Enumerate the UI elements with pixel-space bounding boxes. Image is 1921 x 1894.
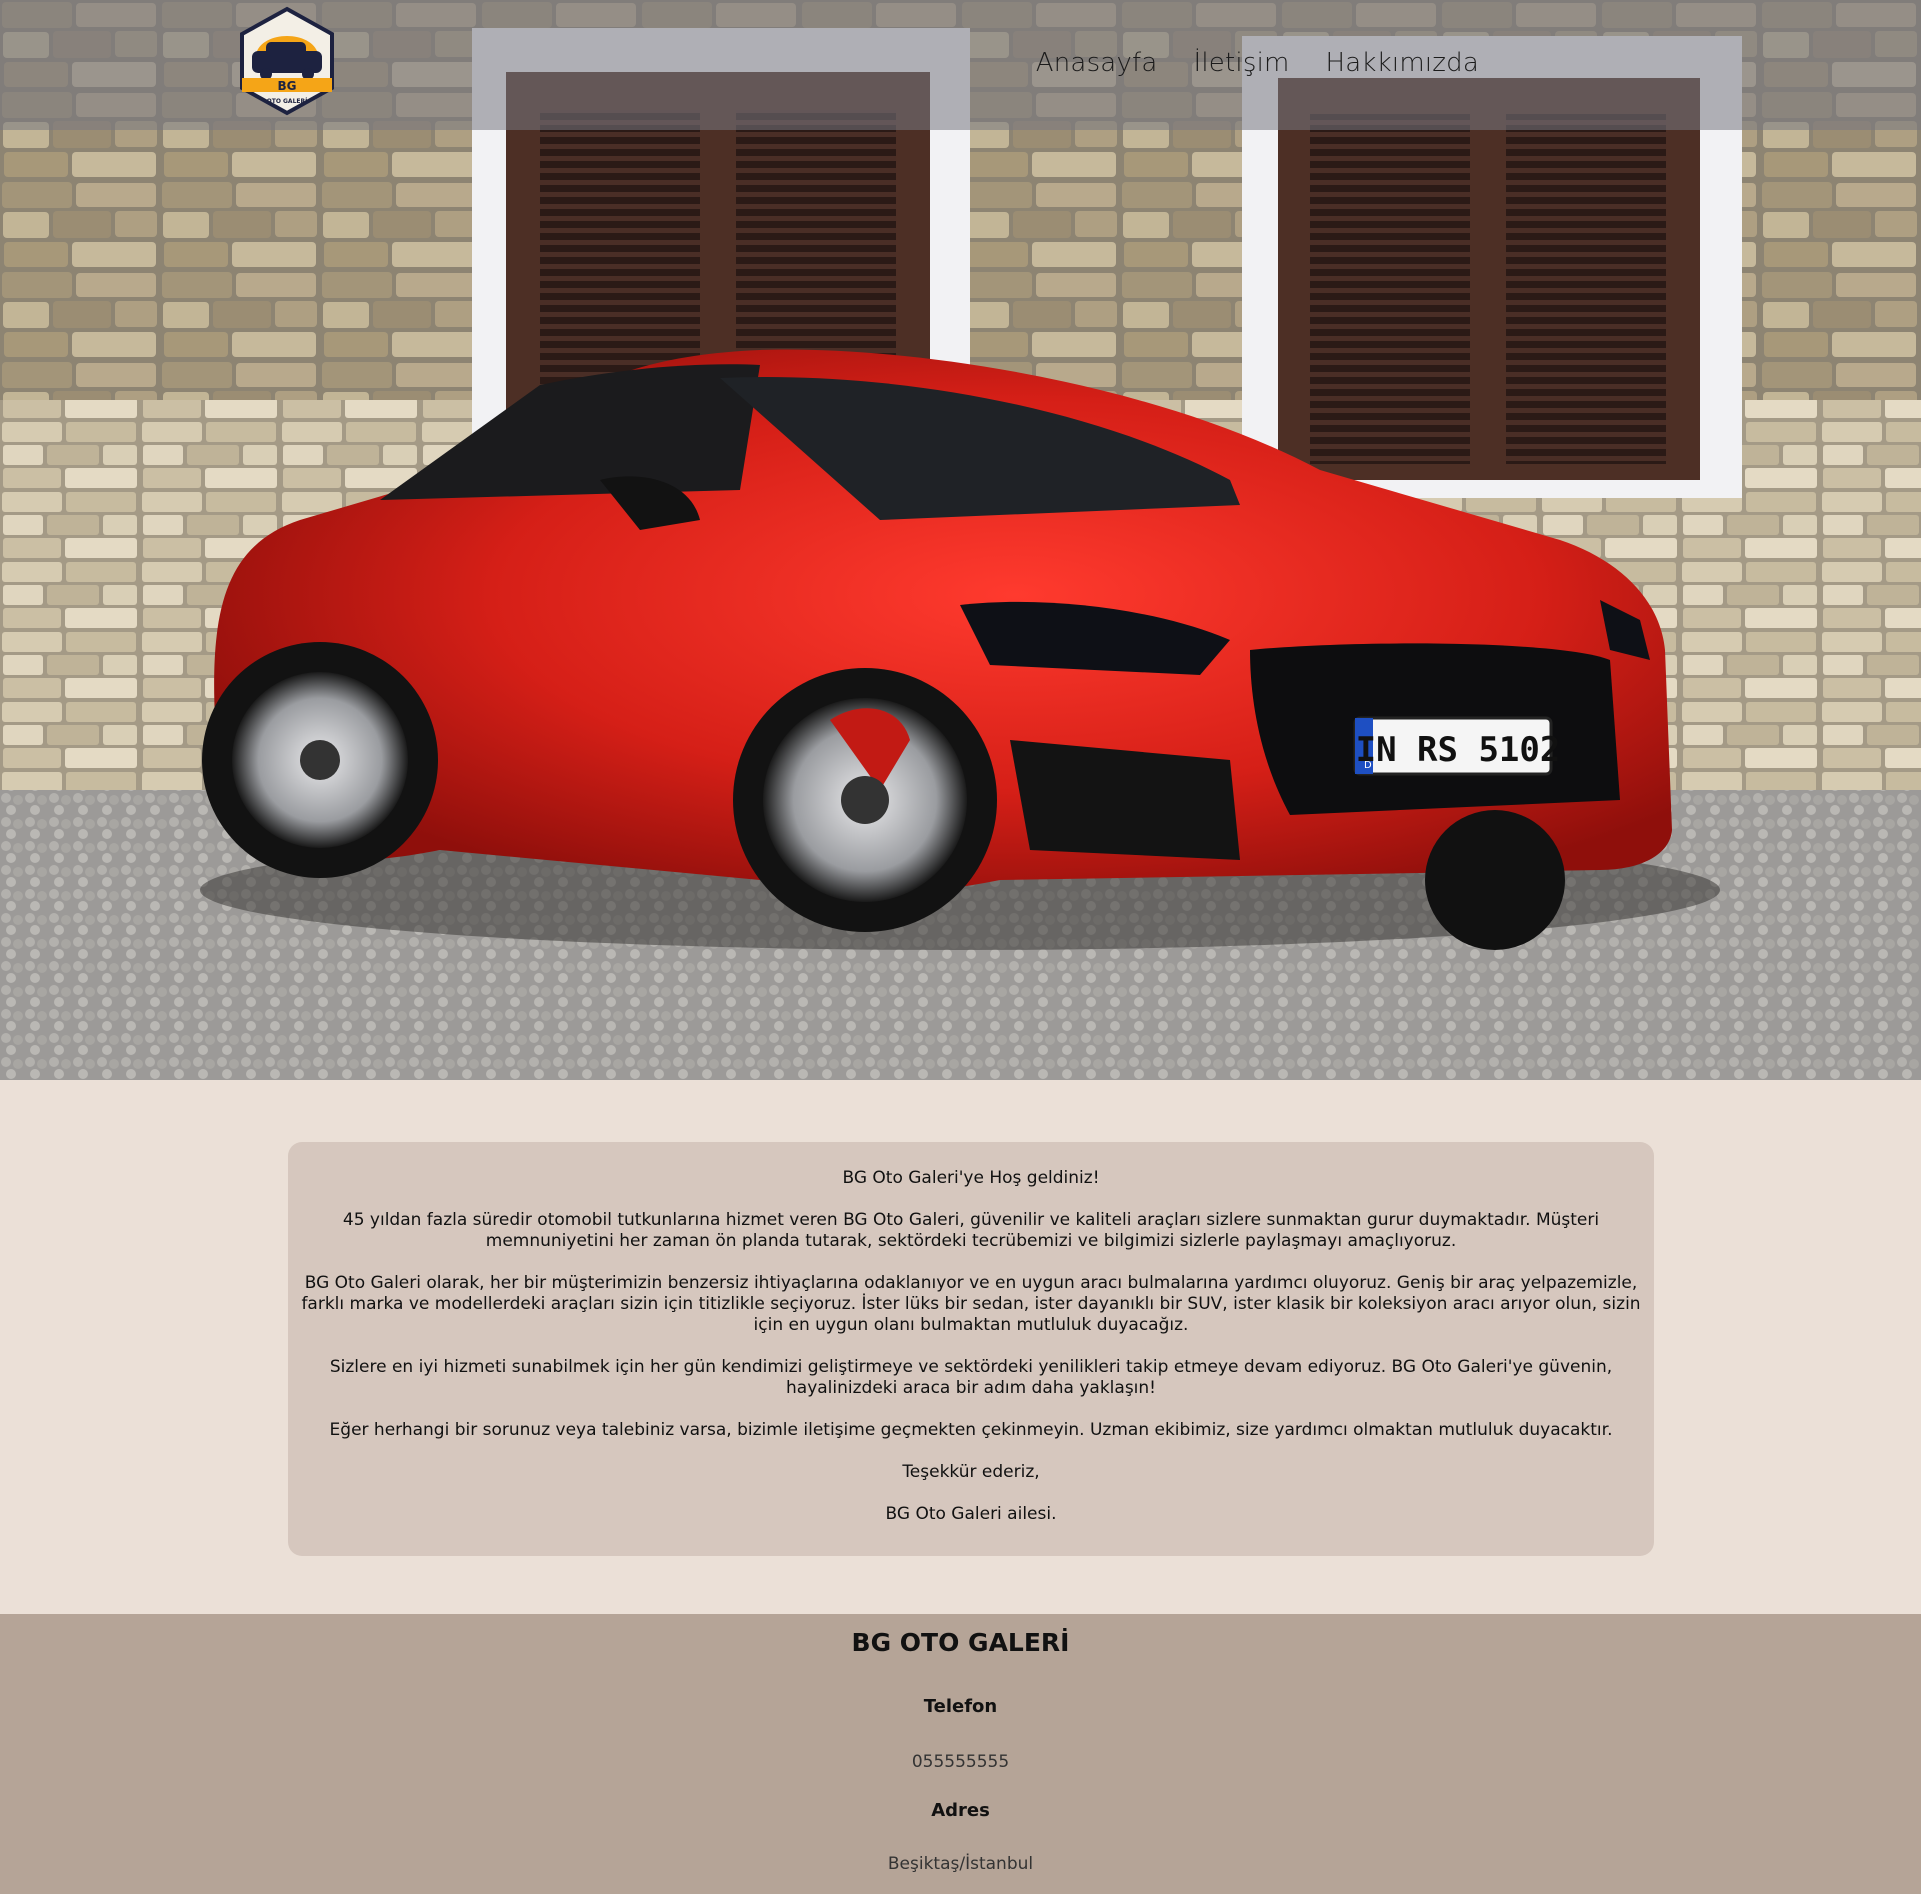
hero-banner: D IN RS 5102 BG OTO GALERİ Anasayfa İlet… <box>0 0 1921 1080</box>
welcome-heading: BG Oto Galeri'ye Hoş geldiniz! <box>842 1168 1100 1188</box>
navbar: BG OTO GALERİ Anasayfa İletişim Hakkımız… <box>0 0 1921 130</box>
welcome-paragraph: 45 yıldan fazla süredir otomobil tutkunl… <box>342 1210 1600 1251</box>
logo-icon[interactable]: BG OTO GALERİ <box>232 6 342 116</box>
nav-link-iletisim[interactable]: İletişim <box>1194 48 1290 78</box>
welcome-paragraph: Eğer herhangi bir sorunuz veya talebiniz… <box>329 1420 1613 1440</box>
welcome-card: BG Oto Galeri'ye Hoş geldiniz! 45 yıldan… <box>288 1142 1654 1556</box>
welcome-paragraph: BG Oto Galeri olarak, her bir müşterimiz… <box>301 1273 1641 1335</box>
license-plate-text: IN RS 5102 <box>1356 730 1561 770</box>
footer-title: BG OTO GALERİ <box>851 1628 1070 1657</box>
footer: BG OTO GALERİ Telefon 055555555 Adres Be… <box>0 1614 1921 1894</box>
phone-label: Telefon <box>923 1696 998 1717</box>
nav-link-hakkimizda[interactable]: Hakkımızda <box>1326 48 1479 78</box>
logo-subtext: OTO GALERİ <box>267 98 308 105</box>
closing-signature: BG Oto Galeri ailesi. <box>885 1504 1057 1524</box>
logo-text: BG <box>278 79 297 93</box>
address-label: Adres <box>931 1800 990 1821</box>
closing-thanks: Teşekkür ederiz, <box>902 1462 1040 1482</box>
hero-car-image: D IN RS 5102 <box>0 0 1921 1080</box>
nav-link-anasayfa[interactable]: Anasayfa <box>1036 48 1158 78</box>
main-nav: Anasayfa İletişim Hakkımızda <box>1036 48 1479 78</box>
main-content: BG Oto Galeri'ye Hoş geldiniz! 45 yıldan… <box>0 1080 1921 1614</box>
welcome-paragraph: Sizlere en iyi hizmeti sunabilmek için h… <box>329 1357 1613 1398</box>
phone-value: 055555555 <box>911 1752 1010 1772</box>
address-value: Beşiktaş/İstanbul <box>887 1854 1034 1874</box>
